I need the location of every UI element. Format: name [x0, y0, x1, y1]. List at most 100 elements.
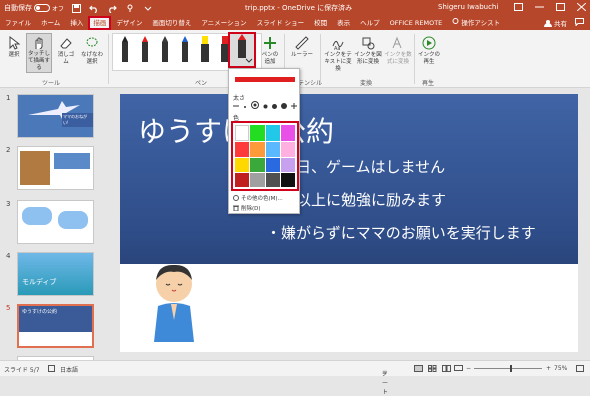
bullet-1[interactable]: 日、ゲームはしません	[296, 156, 445, 177]
color-swatch[interactable]	[250, 142, 265, 157]
tab-help[interactable]: ヘルプ	[355, 16, 385, 30]
language-label[interactable]: 日本語	[60, 365, 78, 374]
title-bar: 自動保存 オフ trip.pptx - OneDrive に保存済み Shige…	[0, 0, 590, 16]
color-swatch[interactable]	[235, 157, 250, 172]
selected-pen[interactable]	[228, 32, 256, 68]
spellcheck-icon[interactable]	[48, 365, 55, 374]
zoom-slider[interactable]	[474, 368, 542, 369]
pen-red-icon[interactable]	[139, 36, 151, 66]
thickness-options	[233, 101, 297, 111]
tools-group-label: ツール	[42, 80, 61, 87]
color-swatch[interactable]	[235, 125, 250, 142]
zoom-slider-thumb[interactable]	[510, 365, 512, 372]
color-swatch[interactable]	[280, 142, 295, 157]
ink-to-text-button[interactable]: Aa インクをテキストに変換	[324, 36, 352, 73]
redo-icon[interactable]	[106, 2, 118, 14]
lasso-select-button[interactable]: なげなわ選択	[80, 36, 104, 66]
tab-home[interactable]: ホーム	[36, 16, 65, 30]
slideshow-icon[interactable]	[454, 365, 463, 374]
highlighter-yellow-icon[interactable]	[199, 36, 211, 66]
color-swatch[interactable]	[250, 125, 265, 142]
normal-view-icon[interactable]	[414, 365, 423, 374]
autosave-toggle[interactable]	[34, 4, 50, 12]
more-colors-item[interactable]: その他の色(M)...	[233, 194, 283, 202]
zoom-in-icon[interactable]: +	[546, 365, 551, 372]
tab-design[interactable]: デザイン	[111, 16, 147, 30]
slide-thumb-5[interactable]: ゆうすけの公約	[17, 304, 94, 348]
autosave-state: オフ	[52, 5, 65, 13]
ribbon-display-icon[interactable]	[514, 3, 523, 13]
plus-icon[interactable]	[291, 102, 297, 111]
share-button[interactable]: 共有	[544, 18, 567, 28]
color-swatch[interactable]	[265, 172, 280, 187]
praying-boy-illustration[interactable]	[144, 262, 204, 342]
customize-icon[interactable]	[142, 2, 154, 14]
thickness-option[interactable]	[243, 102, 247, 111]
color-swatch[interactable]	[265, 142, 280, 157]
slide-thumb-2[interactable]	[17, 146, 94, 190]
reading-view-icon[interactable]	[442, 365, 451, 374]
color-swatch[interactable]	[235, 142, 250, 157]
slide-canvas[interactable]: ゆうすけの公約 日、ゲームはしません 以上に勉強に励みます ・嫌がらずにママのお…	[120, 94, 578, 352]
color-swatch[interactable]	[265, 125, 280, 142]
eraser-label: 消しゴム	[57, 52, 75, 65]
minimize-icon[interactable]	[535, 3, 544, 13]
sorter-view-icon[interactable]	[428, 365, 437, 374]
slide-thumb-3[interactable]	[17, 200, 94, 244]
ink-replay-button[interactable]: インクの再生	[418, 36, 440, 66]
undo-icon[interactable]	[88, 2, 100, 14]
autosave-control[interactable]: 自動保存 オフ	[4, 3, 64, 13]
slide-thumb-4[interactable]: モルディブ	[17, 252, 94, 296]
ink-to-math-button[interactable]: インクを数式に変換	[384, 36, 412, 66]
thickness-option[interactable]	[272, 102, 277, 111]
pen-blue-icon[interactable]	[179, 36, 191, 66]
color-swatch[interactable]	[280, 172, 295, 187]
color-swatch[interactable]	[280, 157, 295, 172]
thickness-option[interactable]	[281, 102, 287, 111]
ruler-button[interactable]: ルーラー	[290, 36, 314, 59]
comments-icon[interactable]	[575, 18, 584, 28]
bullet-3[interactable]: ・嫌がらずにママのお願いを実行します	[266, 222, 536, 243]
tab-review[interactable]: 校閲	[309, 16, 332, 30]
zoom-out-icon[interactable]: −	[466, 365, 471, 372]
color-swatch[interactable]	[250, 172, 265, 187]
close-icon[interactable]	[576, 2, 587, 13]
thickness-option[interactable]	[263, 102, 268, 111]
eraser-button[interactable]: 消しゴム	[56, 36, 76, 66]
notes-label: ノート	[382, 371, 389, 396]
document-title: trip.pptx - OneDrive に保存済み	[245, 4, 353, 12]
tab-view[interactable]: 表示	[332, 16, 355, 30]
color-swatch[interactable]	[265, 157, 280, 172]
lightbulb-icon	[452, 18, 459, 24]
thickness-option-selected[interactable]	[251, 101, 259, 111]
add-pen-button[interactable]: ペンの追加	[260, 36, 280, 66]
touch-mode-icon[interactable]	[124, 2, 136, 14]
fit-slide-icon[interactable]	[576, 365, 584, 374]
tab-draw[interactable]: 描画	[88, 16, 112, 30]
restore-icon[interactable]	[556, 3, 565, 13]
tab-slideshow[interactable]: スライド ショー	[252, 16, 310, 30]
tab-file[interactable]: ファイル	[0, 16, 36, 30]
pen-dark-icon[interactable]	[159, 36, 171, 66]
delete-pen-item[interactable]: 削除(D)	[233, 204, 261, 212]
tab-transitions[interactable]: 画面切り替え	[147, 16, 196, 30]
save-icon[interactable]	[70, 2, 82, 14]
tab-animations[interactable]: アニメーション	[196, 16, 251, 30]
zoom-level[interactable]: 75%	[554, 365, 567, 372]
tab-office-remote[interactable]: OFFICE REMOTE	[385, 16, 448, 30]
user-name[interactable]: Shigeru Iwabuchi	[438, 3, 498, 11]
touch-draw-button[interactable]: タッチして描画する	[26, 33, 52, 73]
lasso-label: なげなわ選択	[80, 52, 103, 65]
color-swatch[interactable]	[280, 125, 295, 142]
minus-icon[interactable]	[233, 102, 239, 111]
select-button[interactable]: 選択	[5, 36, 23, 59]
bullet-2[interactable]: 以上に勉強に励みます	[296, 189, 446, 210]
convert-group-label: 変換	[360, 80, 373, 87]
pen-black-icon[interactable]	[119, 36, 131, 66]
ink-to-shape-button[interactable]: インクを図形に変換	[354, 36, 382, 66]
slide-thumb-1[interactable]: ママのおねがい!	[17, 94, 94, 138]
tab-insert[interactable]: 挿入	[65, 16, 88, 30]
color-swatch[interactable]	[235, 172, 250, 187]
color-swatch[interactable]	[250, 157, 265, 172]
tell-me-box[interactable]: 操作アシスト	[447, 16, 505, 30]
